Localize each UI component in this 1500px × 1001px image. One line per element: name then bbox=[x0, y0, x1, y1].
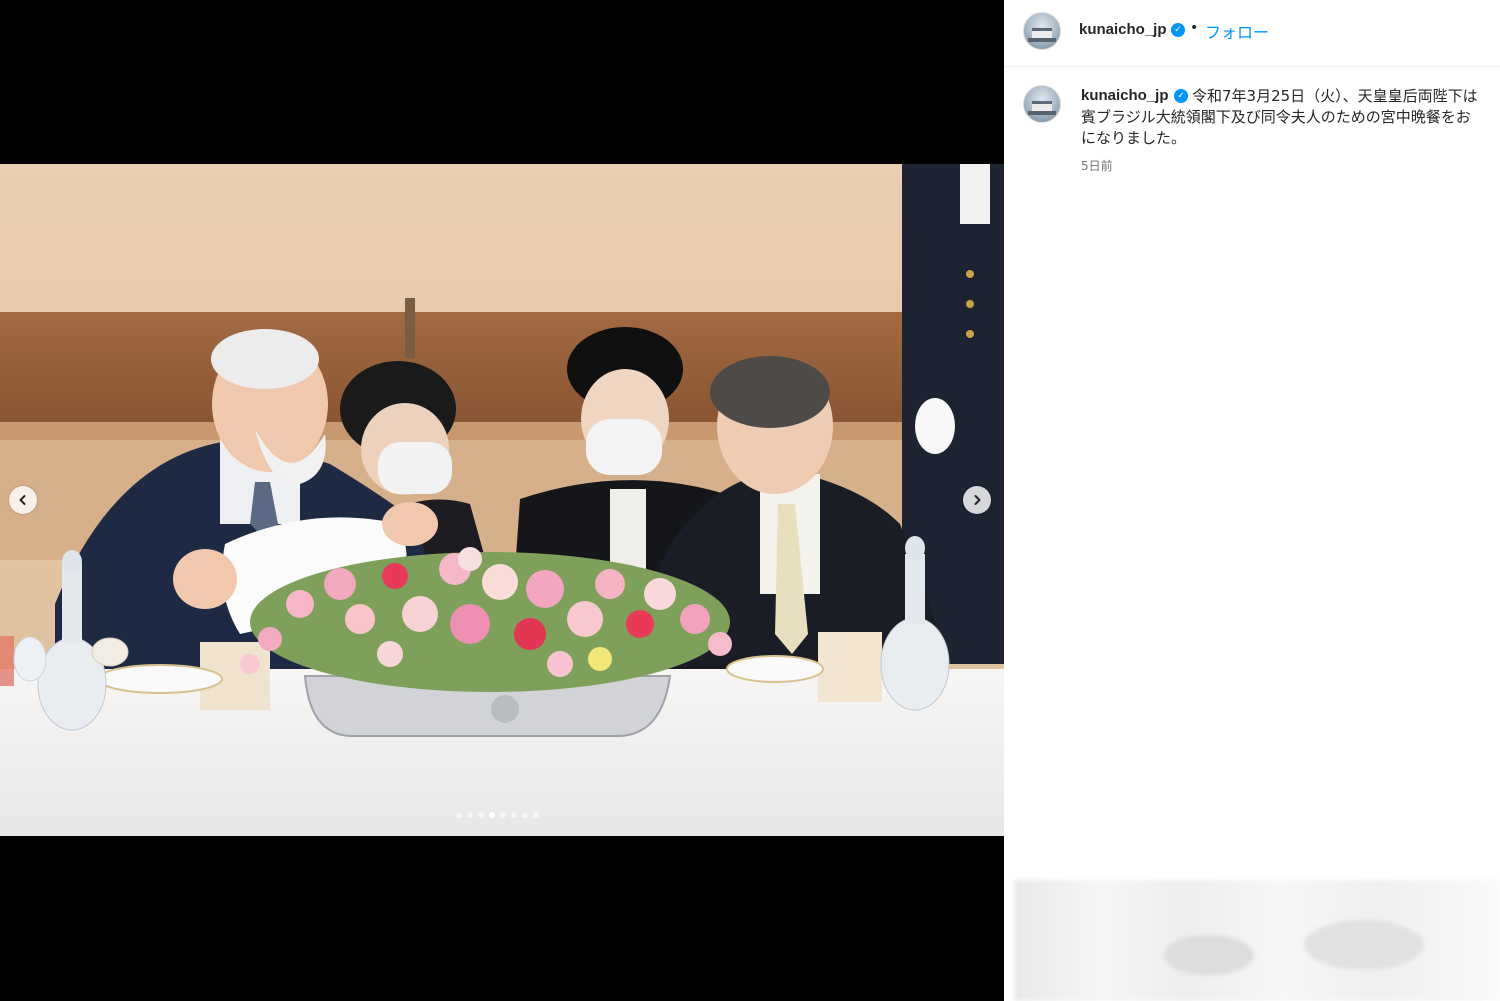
username-link[interactable]: kunaicho_jp bbox=[1079, 21, 1167, 38]
carousel-dot bbox=[500, 812, 506, 818]
chevron-left-icon bbox=[19, 495, 26, 505]
carousel-dot bbox=[456, 812, 462, 818]
carousel-dot bbox=[511, 812, 517, 818]
carousel-prev-button[interactable] bbox=[9, 486, 37, 514]
carousel-dot bbox=[522, 812, 528, 818]
chevron-right-icon bbox=[974, 495, 981, 505]
post-media bbox=[0, 0, 1004, 1001]
verified-badge-icon: ✓ bbox=[1171, 23, 1185, 37]
caption-text: 令和7年3月25日（火）、天皇皇后両陛下は bbox=[1192, 87, 1478, 105]
caption-line-3: になりました。 bbox=[1081, 129, 1187, 147]
carousel-dots bbox=[456, 812, 539, 818]
caption-line-2: 賓ブラジル大統領閣下及び同令夫人のための宮中晩餐をお bbox=[1081, 108, 1471, 126]
carousel-dot bbox=[478, 812, 484, 818]
carousel-dot-active bbox=[489, 812, 495, 818]
caption-username-link[interactable]: kunaicho_jp bbox=[1081, 87, 1169, 104]
profile-avatar[interactable] bbox=[1023, 12, 1061, 50]
carousel-dot bbox=[467, 812, 473, 818]
building-base bbox=[1028, 111, 1056, 115]
carousel-next-button[interactable] bbox=[963, 486, 991, 514]
carousel-dot bbox=[533, 812, 539, 818]
post-sidebar: kunaicho_jp ✓ • フォロー 令和7年3月25日（火）、天皇皇后両陛… bbox=[1004, 0, 1500, 1001]
post-timestamp[interactable]: 5日前 bbox=[1081, 157, 1113, 174]
caption-avatar[interactable] bbox=[1023, 85, 1061, 123]
separator-dot: • bbox=[1190, 20, 1199, 36]
verified-badge-icon: ✓ bbox=[1174, 89, 1188, 103]
blurred-image bbox=[1014, 880, 1500, 1001]
post-header: kunaicho_jp ✓ • フォロー bbox=[1004, 0, 1500, 67]
follow-button[interactable]: フォロー bbox=[1205, 19, 1269, 43]
building-base bbox=[1028, 38, 1056, 42]
post-photo[interactable] bbox=[0, 164, 1004, 836]
